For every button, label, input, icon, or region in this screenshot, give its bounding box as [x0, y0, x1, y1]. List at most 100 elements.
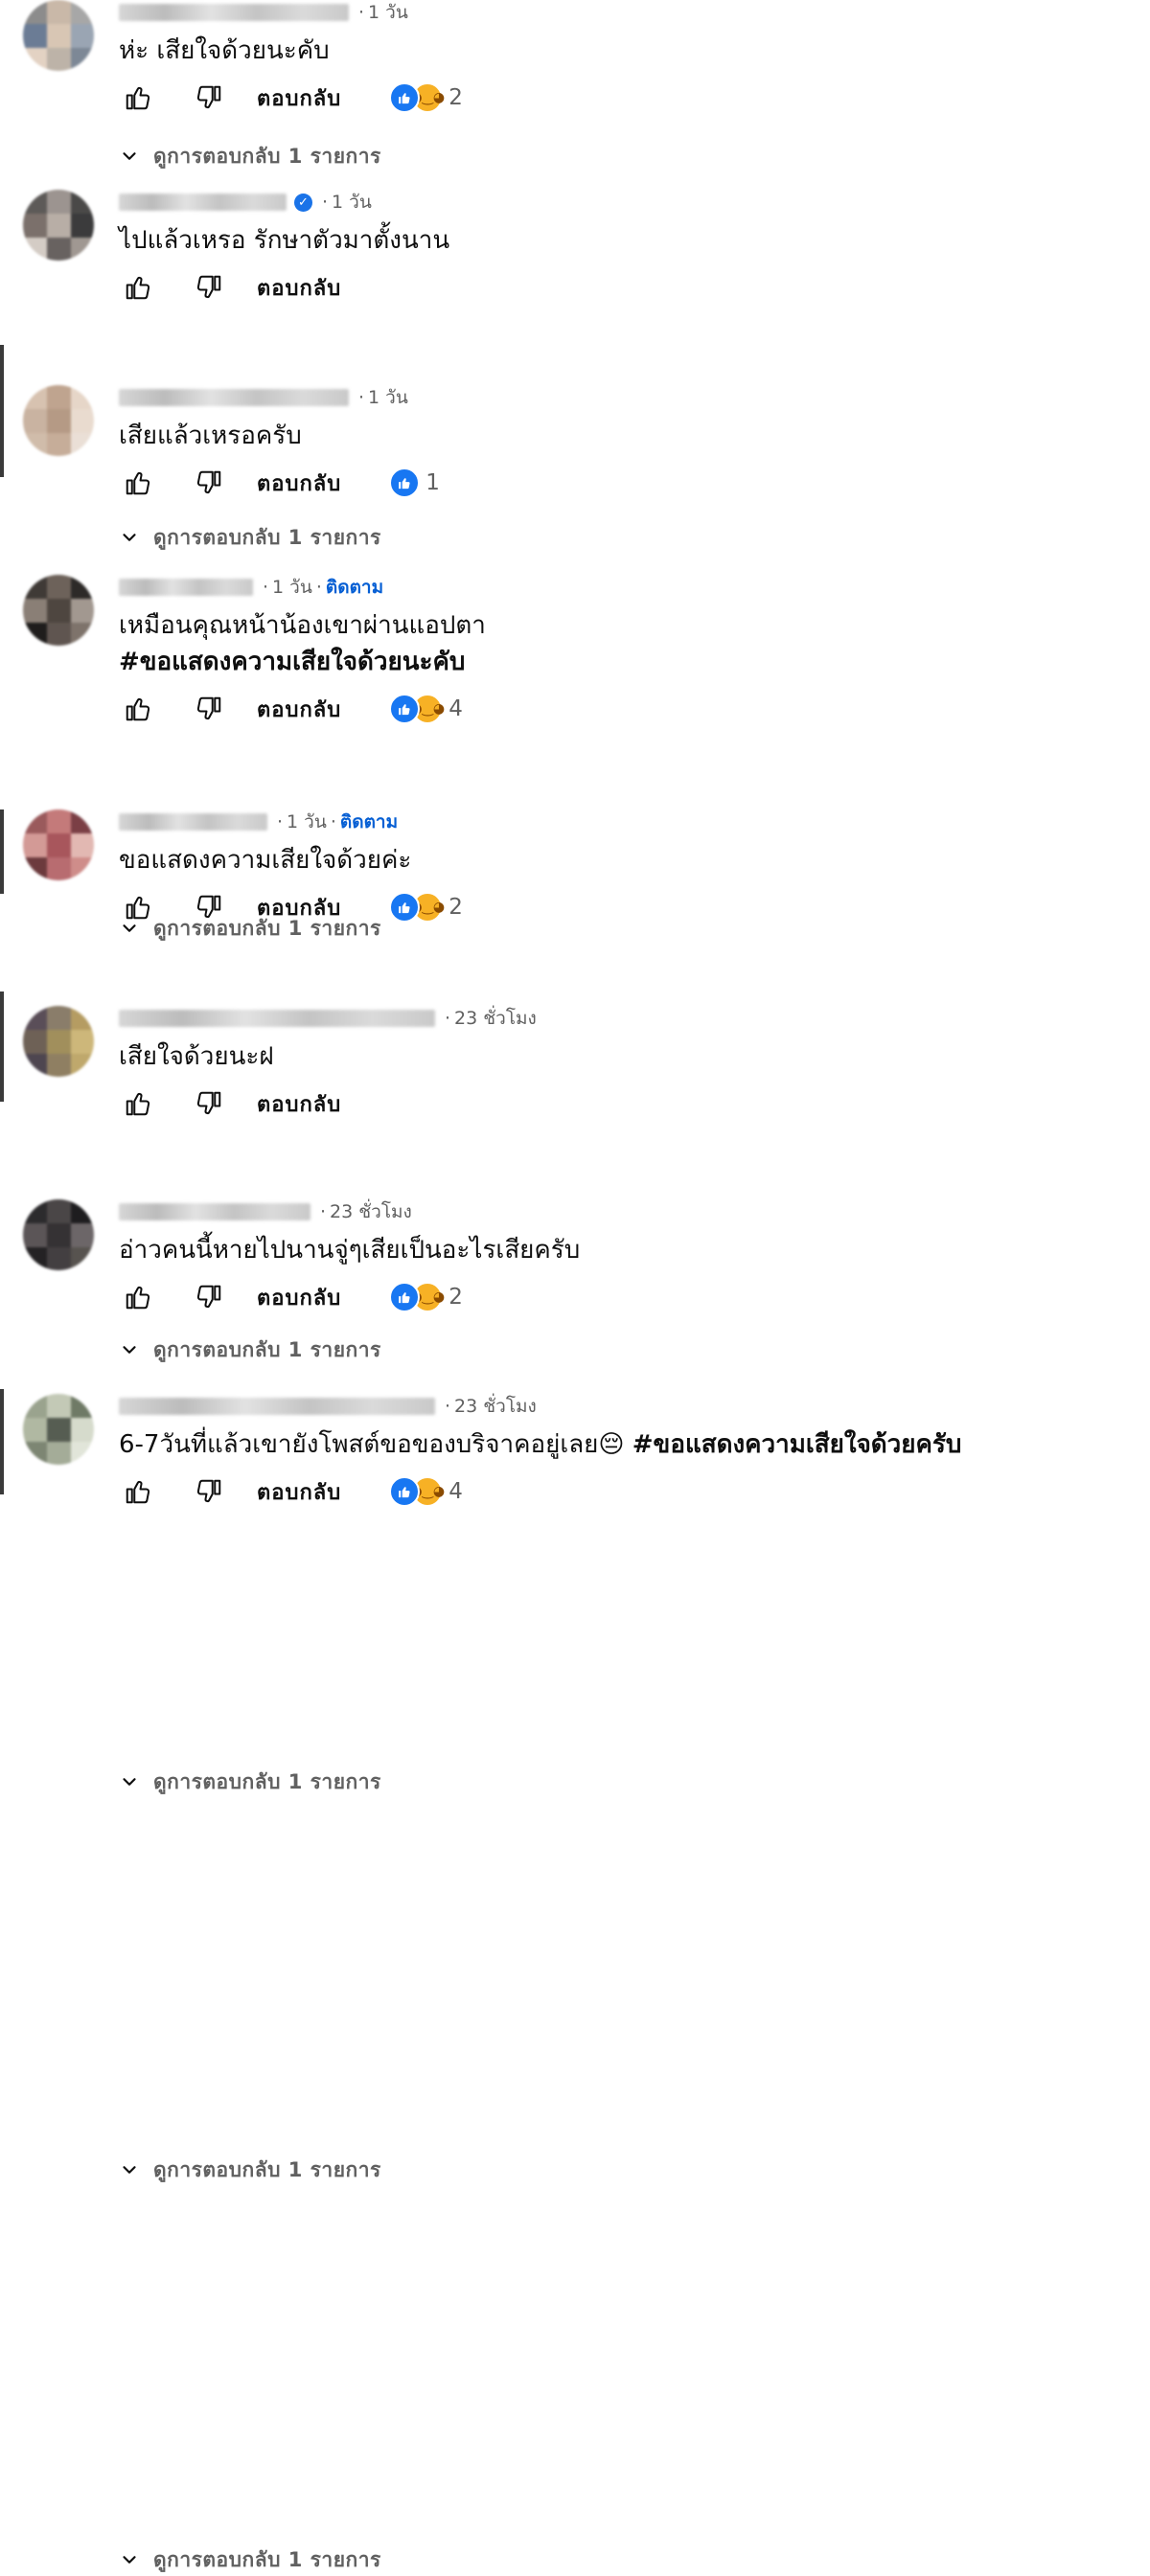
comment-timestamp[interactable]: 1 วัน — [368, 383, 408, 412]
reaction-summary[interactable]: ◕‿◕ 4 — [389, 1476, 463, 1507]
avatar-pixel — [71, 409, 94, 433]
avatar-pixel — [23, 1418, 47, 1442]
hashtag-link[interactable]: #ขอแสดงความเสียใจด้วยนะคับ — [119, 648, 465, 676]
like-icon[interactable] — [119, 79, 157, 117]
comment-meta: ✓ · 1 วัน — [119, 190, 1135, 215]
author-name-redacted[interactable] — [119, 389, 349, 406]
comment-timestamp[interactable]: 1 วัน — [368, 0, 408, 27]
comment-actions: ตอบกลับ ◕‿◕ 2 — [119, 79, 1135, 117]
view-replies-button[interactable]: ดูการตอบกลับ 1 รายการ — [119, 2545, 381, 2574]
comment-timestamp[interactable]: 23 ชั่วโมง — [454, 1004, 537, 1033]
dislike-icon[interactable] — [190, 268, 228, 307]
view-replies-label: ดูการตอบกลับ 1 รายการ — [153, 525, 381, 549]
dislike-icon[interactable] — [190, 1472, 228, 1511]
author-name-redacted[interactable] — [119, 1398, 435, 1415]
follow-button[interactable]: ติดตาม — [326, 573, 383, 602]
reply-button[interactable]: ตอบกลับ — [257, 81, 341, 115]
avatar-pixel — [71, 1247, 94, 1270]
view-replies-button[interactable]: ดูการตอบกลับ 1 รายการ — [119, 2155, 381, 2184]
comment-body: · 1 วัน ห่ะ เสียใจด้วยนะคับ ตอบกลับ ◕‿◕ 2 — [119, 0, 1135, 117]
avatar[interactable] — [23, 0, 94, 71]
like-icon[interactable] — [119, 464, 157, 502]
like-icon[interactable] — [119, 268, 157, 307]
author-name-redacted[interactable] — [119, 813, 267, 831]
like-icon[interactable] — [119, 888, 157, 926]
avatar-pixel — [71, 214, 94, 238]
comment-timestamp[interactable]: 1 วัน — [272, 573, 312, 602]
like-icon[interactable] — [119, 1084, 157, 1123]
avatar[interactable] — [23, 575, 94, 646]
reaction-summary[interactable]: ◕‿◕ 2 — [389, 82, 463, 113]
avatar-pixel — [47, 433, 71, 456]
comment-actions: ตอบกลับ ◕‿◕ 2 — [119, 1278, 1135, 1316]
avatar[interactable] — [23, 1199, 94, 1270]
avatar-pixel — [47, 409, 71, 433]
like-reaction-icon — [389, 1282, 421, 1312]
dislike-icon[interactable] — [190, 79, 228, 117]
comment-text: เหมือนคุณหน้าน้องเขาผ่านแอปตา #ขอแสดงความ… — [119, 607, 1135, 680]
view-replies-label: ดูการตอบกลับ 1 รายการ — [153, 1337, 381, 1361]
avatar[interactable] — [23, 809, 94, 880]
avatar[interactable] — [23, 1006, 94, 1077]
dislike-icon[interactable] — [190, 888, 228, 926]
dislike-icon[interactable] — [190, 1278, 228, 1316]
reply-button[interactable]: ตอบกลับ — [257, 693, 341, 726]
author-name-redacted[interactable] — [119, 1203, 310, 1220]
like-reaction-icon — [389, 892, 421, 923]
reply-button[interactable]: ตอบกลับ — [257, 891, 341, 924]
view-replies-button[interactable]: ดูการตอบกลับ 1 รายการ — [119, 523, 381, 552]
avatar-pixel — [47, 238, 71, 261]
avatar-pixel — [47, 623, 71, 646]
reaction-summary[interactable]: ◕‿◕ 4 — [389, 694, 463, 724]
reaction-summary[interactable]: 1 — [389, 467, 440, 498]
reaction-summary[interactable]: ◕‿◕ 2 — [389, 1282, 463, 1312]
comment-meta: · 23 ชั่วโมง — [119, 1006, 1135, 1031]
dislike-icon[interactable] — [190, 690, 228, 728]
follow-button[interactable]: ติดตาม — [340, 808, 398, 836]
author-name-redacted[interactable] — [119, 1010, 435, 1027]
dislike-icon[interactable] — [190, 464, 228, 502]
reaction-summary[interactable]: ◕‿◕ 2 — [389, 892, 463, 923]
reply-button[interactable]: ตอบกลับ — [257, 1281, 341, 1314]
comment-text-body: อ่าวคนนี้หายไปนานจู่ๆเสียเป็นอะไรเสียครั… — [119, 1236, 581, 1265]
avatar-pixel — [23, 833, 47, 857]
avatar[interactable] — [23, 190, 94, 261]
comment-meta: · 1 วัน — [119, 385, 1135, 410]
author-name-redacted[interactable] — [119, 579, 253, 596]
comment-actions: ตอบกลับ 1 — [119, 464, 1135, 502]
author-name-redacted[interactable] — [119, 194, 287, 211]
comment-body: · 1 วัน · ติดตาม เหมือนคุณหน้าน้องเขาผ่านแอป… — [119, 575, 1135, 728]
comment-text: เสียใจด้วยนะฝ — [119, 1038, 1135, 1075]
separator-dot: · — [358, 387, 365, 408]
like-icon[interactable] — [119, 690, 157, 728]
avatar-pixel — [23, 1247, 47, 1270]
comment-meta: · 23 ชั่วโมง — [119, 1199, 1135, 1224]
reply-button[interactable]: ตอบกลับ — [257, 271, 341, 305]
separator-dot: · — [445, 1008, 451, 1029]
reply-button[interactable]: ตอบกลับ — [257, 1475, 341, 1509]
reply-button[interactable]: ตอบกลับ — [257, 1087, 341, 1121]
like-reaction-icon — [389, 1476, 421, 1507]
comment-meta: · 23 ชั่วโมง — [119, 1394, 1135, 1419]
avatar[interactable] — [23, 1394, 94, 1465]
comment-timestamp[interactable]: 23 ชั่วโมง — [330, 1197, 412, 1226]
author-name-redacted[interactable] — [119, 4, 349, 21]
like-icon[interactable] — [119, 1278, 157, 1316]
avatar-pixel — [71, 623, 94, 646]
comment-timestamp[interactable]: 1 วัน — [332, 188, 372, 217]
like-icon[interactable] — [119, 1472, 157, 1511]
avatar-pixel — [71, 809, 94, 833]
view-replies-button[interactable]: ดูการตอบกลับ 1 รายการ — [119, 142, 381, 171]
hashtag-link[interactable]: #ขอแสดงความเสียใจด้วยครับ — [632, 1430, 962, 1459]
comment-timestamp[interactable]: 23 ชั่วโมง — [454, 1392, 537, 1421]
comment-timestamp[interactable]: 1 วัน — [287, 808, 327, 836]
avatar-pixel — [23, 1030, 47, 1054]
view-replies-button[interactable]: ดูการตอบกลับ 1 รายการ — [119, 1767, 381, 1796]
dislike-icon[interactable] — [190, 1084, 228, 1123]
avatar[interactable] — [23, 385, 94, 456]
view-replies-button[interactable]: ดูการตอบกลับ 1 รายการ — [119, 1335, 381, 1364]
reply-button[interactable]: ตอบกลับ — [257, 467, 341, 500]
avatar-pixel — [47, 214, 71, 238]
comment-body: · 23 ชั่วโมงเสียใจด้วยนะฝตอบกลับ — [119, 1006, 1135, 1123]
avatar-pixel — [23, 857, 47, 880]
